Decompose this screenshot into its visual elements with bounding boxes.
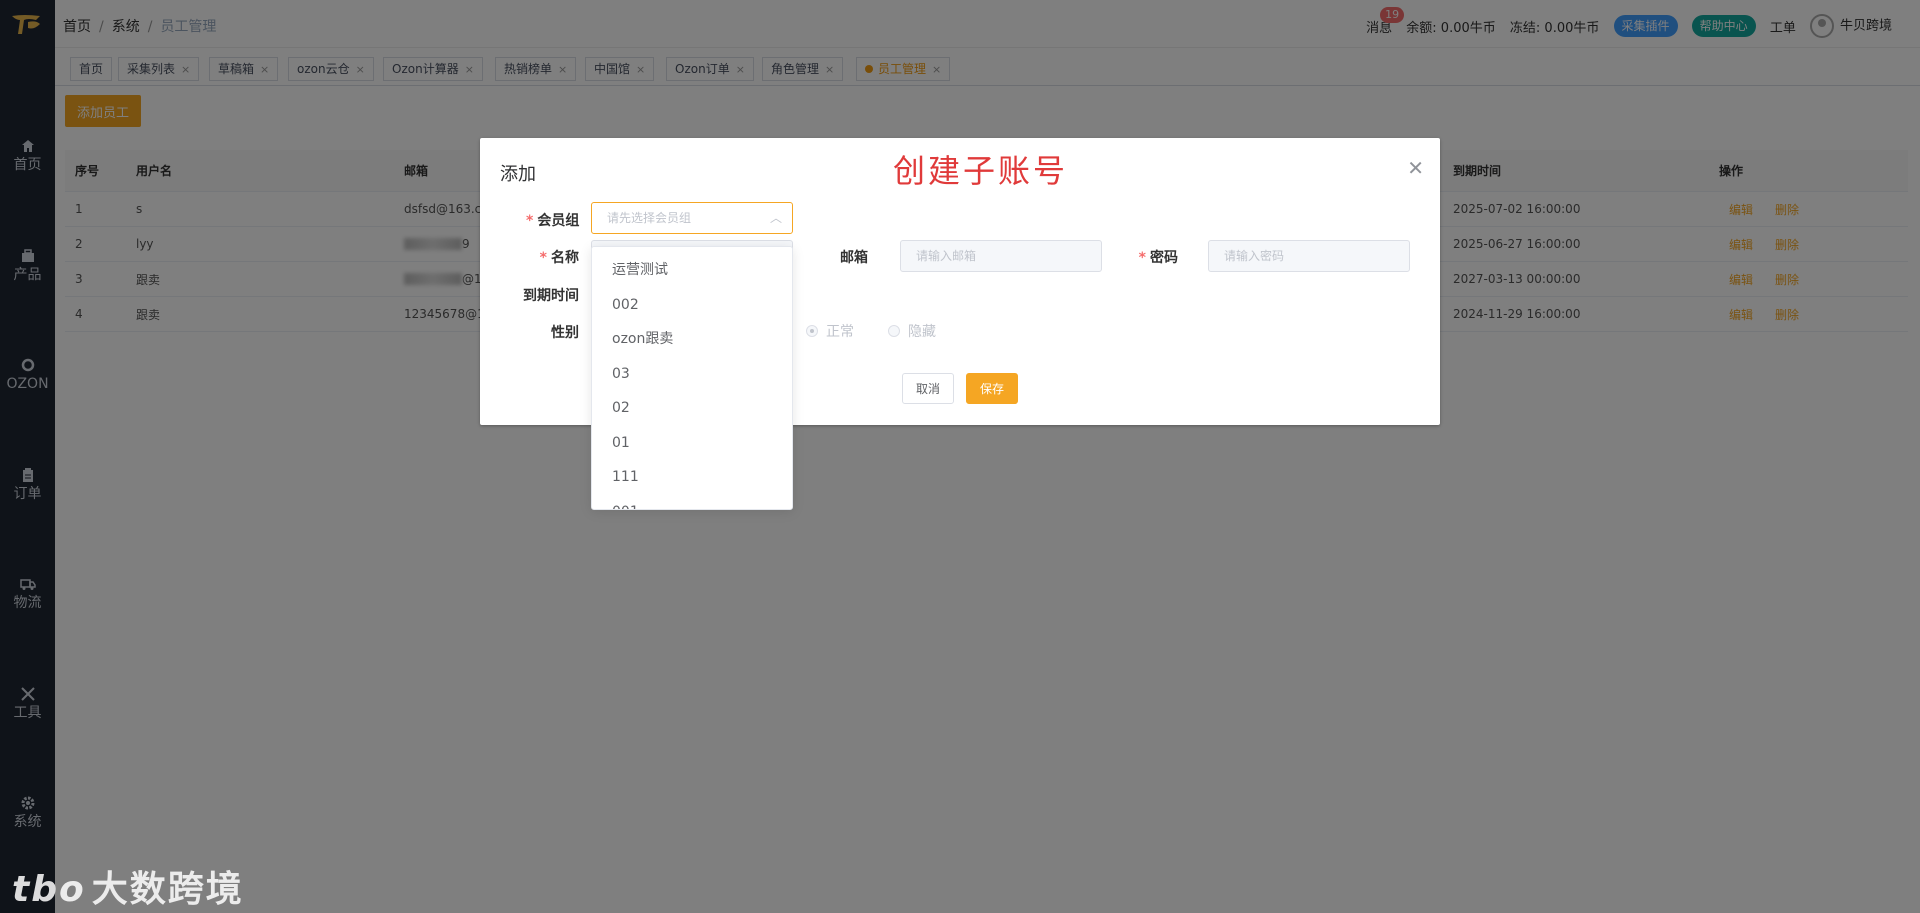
dropdown-option[interactable]: 02 bbox=[592, 391, 792, 426]
status-hidden-label: 隐藏 bbox=[908, 324, 936, 340]
watermark: tbo 大数跨境 bbox=[12, 860, 244, 912]
member-group-label: * 会员组 bbox=[526, 210, 579, 230]
password-label-text: 密码 bbox=[1150, 250, 1178, 266]
dropdown-option[interactable]: 运营测试 bbox=[592, 253, 792, 288]
dialog-title: 添加 bbox=[500, 164, 536, 185]
chevron-up-icon: ︿ bbox=[769, 211, 782, 225]
name-label-text: 名称 bbox=[551, 250, 579, 266]
modal-overlay[interactable] bbox=[0, 0, 1920, 913]
gender-label: 性别 bbox=[551, 325, 579, 341]
dropdown-option[interactable]: 01 bbox=[592, 426, 792, 461]
member-group-dropdown[interactable]: 运营测试 002 ozon跟卖 03 02 01 111 001 bbox=[591, 246, 793, 510]
email-placeholder: 请输入邮箱 bbox=[916, 249, 977, 263]
password-input[interactable]: 请输入密码 bbox=[1208, 240, 1410, 272]
save-button[interactable]: 保存 bbox=[966, 373, 1018, 404]
dropdown-option[interactable]: 03 bbox=[592, 357, 792, 392]
required-asterisk: * bbox=[539, 250, 547, 266]
dropdown-option[interactable]: 001 bbox=[592, 495, 792, 510]
radio-unchecked-icon bbox=[888, 325, 900, 337]
name-label: * 名称 bbox=[526, 247, 579, 267]
email-input[interactable]: 请输入邮箱 bbox=[900, 240, 1102, 272]
required-asterisk: * bbox=[1138, 250, 1146, 266]
cancel-button[interactable]: 取消 bbox=[902, 373, 954, 404]
close-icon[interactable]: ✕ bbox=[1407, 156, 1424, 180]
dropdown-option[interactable]: ozon跟卖 bbox=[592, 322, 792, 357]
member-group-placeholder: 请先选择会员组 bbox=[607, 211, 692, 225]
password-label: * 密码 bbox=[1130, 247, 1178, 267]
radio-checked-icon bbox=[806, 325, 818, 337]
password-placeholder: 请输入密码 bbox=[1224, 249, 1285, 263]
status-normal-label: 正常 bbox=[826, 324, 854, 340]
dropdown-option[interactable]: 002 bbox=[592, 288, 792, 323]
required-asterisk: * bbox=[526, 213, 534, 229]
dropdown-option[interactable]: 111 bbox=[592, 460, 792, 495]
watermark-text: 大数跨境 bbox=[91, 869, 244, 910]
status-hidden-radio[interactable]: 隐藏 bbox=[888, 321, 936, 341]
expire-label: 到期时间 bbox=[523, 288, 579, 304]
watermark-logo: tbo bbox=[12, 869, 86, 910]
status-normal-radio[interactable]: 正常 bbox=[806, 321, 854, 341]
member-group-select[interactable]: 请先选择会员组 ︿ bbox=[591, 202, 793, 234]
email-label: 邮箱 bbox=[840, 250, 868, 266]
member-group-label-text: 会员组 bbox=[537, 213, 580, 229]
dialog-banner: 创建子账号 bbox=[893, 152, 1069, 190]
